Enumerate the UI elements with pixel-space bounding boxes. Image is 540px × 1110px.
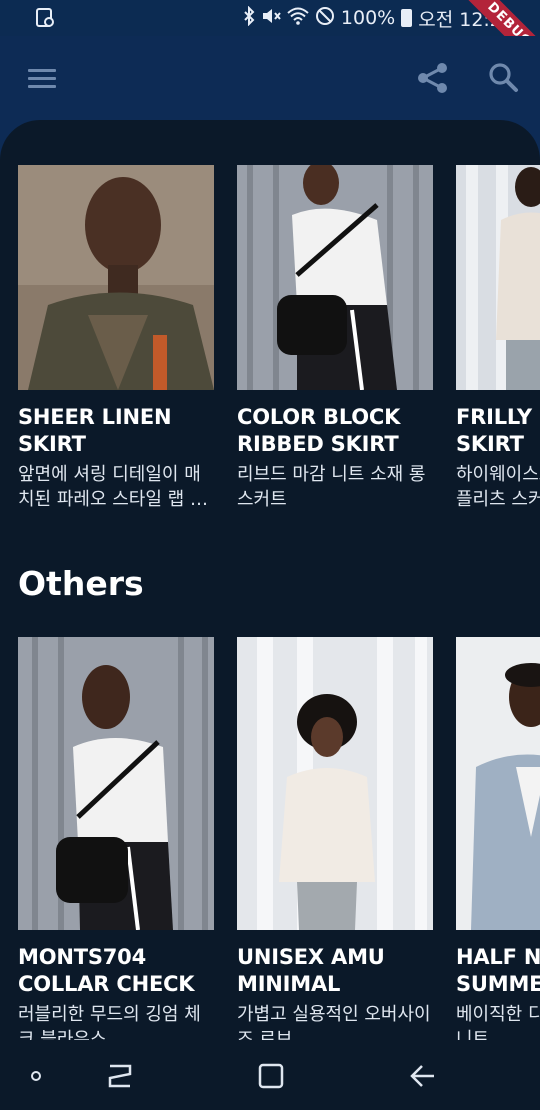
search-icon (489, 63, 518, 92)
mute-icon (261, 7, 281, 29)
recents-dot-icon (31, 1071, 41, 1081)
bluetooth-icon (243, 5, 255, 30)
product-image (237, 165, 433, 390)
product-title: SHEER LINEN SKIRT (18, 405, 172, 456)
battery-percent: 100% (340, 7, 396, 29)
menu-button[interactable] (22, 60, 62, 96)
product-image (456, 165, 540, 390)
home-icon (258, 1063, 284, 1089)
wifi-icon (287, 7, 309, 29)
product-description: 리브드 마감 니트 소재 롱 스커트 (237, 464, 426, 510)
share-icon (418, 63, 447, 93)
product-title: UNISEX AMU MINIMAL (237, 945, 385, 996)
back-button[interactable] (402, 1058, 442, 1094)
product-image (18, 165, 214, 390)
recent-apps-button[interactable] (100, 1058, 140, 1094)
share-button[interactable] (410, 58, 454, 98)
product-description: 하이웨이스트 러플 디테일 플리츠 스커트 (456, 464, 540, 510)
battery-icon (401, 9, 413, 27)
screenshot-icon (36, 8, 54, 27)
home-button[interactable] (251, 1058, 291, 1094)
product-image (237, 637, 433, 930)
system-nav-bar (0, 1040, 540, 1110)
product-image (456, 637, 540, 930)
product-card[interactable]: FRILLY SKIRT 하이웨이스트 러플 디테일 플리츠 스커트 (456, 165, 540, 512)
product-title: FRILLY SKIRT (456, 405, 532, 456)
status-icons: 100% 오전 12:21 (243, 5, 514, 31)
status-bar: 100% 오전 12:21 DEBUG (0, 0, 540, 79)
product-title: COLOR BLOCK RIBBED SKIRT (237, 405, 401, 456)
product-description: 앞면에 셔링 디테일이 매치된 파레오 스타일 랩 스커트 (18, 464, 207, 510)
product-description: 베이직한 디자인으로 좋은 니트 (456, 1004, 540, 1040)
product-image (18, 637, 214, 930)
product-card[interactable]: UNISEX AMU MINIMAL 가볍고 실용적인 오버사이즈 로브 (237, 637, 433, 1040)
product-card[interactable]: COLOR BLOCK RIBBED SKIRT 리브드 마감 니트 소재 롱 … (237, 165, 433, 512)
recents-dot-button[interactable] (16, 1058, 56, 1094)
content-sheet: SHEER LINEN SKIRT 앞면에 셔링 디테일이 매치된 파레오 스타… (0, 120, 540, 1040)
section-heading-others: Others (18, 564, 144, 603)
product-description: 가볍고 실용적인 오버사이즈 로브 (237, 1004, 431, 1040)
recent-apps-icon (108, 1064, 132, 1088)
product-description: 러블리한 무드의 깅엄 체크 블라우스 (18, 1004, 201, 1040)
search-button[interactable] (482, 58, 526, 98)
product-title: HALF N SUMME (456, 945, 540, 996)
product-card[interactable]: HALF N SUMME 베이직한 디자인으로 좋은 니트 (456, 637, 540, 1040)
block-icon (315, 6, 335, 30)
back-icon (410, 1065, 434, 1087)
product-card[interactable]: MONTS704 COLLAR CHECK 러블리한 무드의 깅엄 체크 블라우… (18, 637, 214, 1040)
product-title: MONTS704 COLLAR CHECK (18, 945, 195, 996)
product-card[interactable]: SHEER LINEN SKIRT 앞면에 셔링 디테일이 매치된 파레오 스타… (18, 165, 214, 512)
app-bar (0, 36, 540, 120)
